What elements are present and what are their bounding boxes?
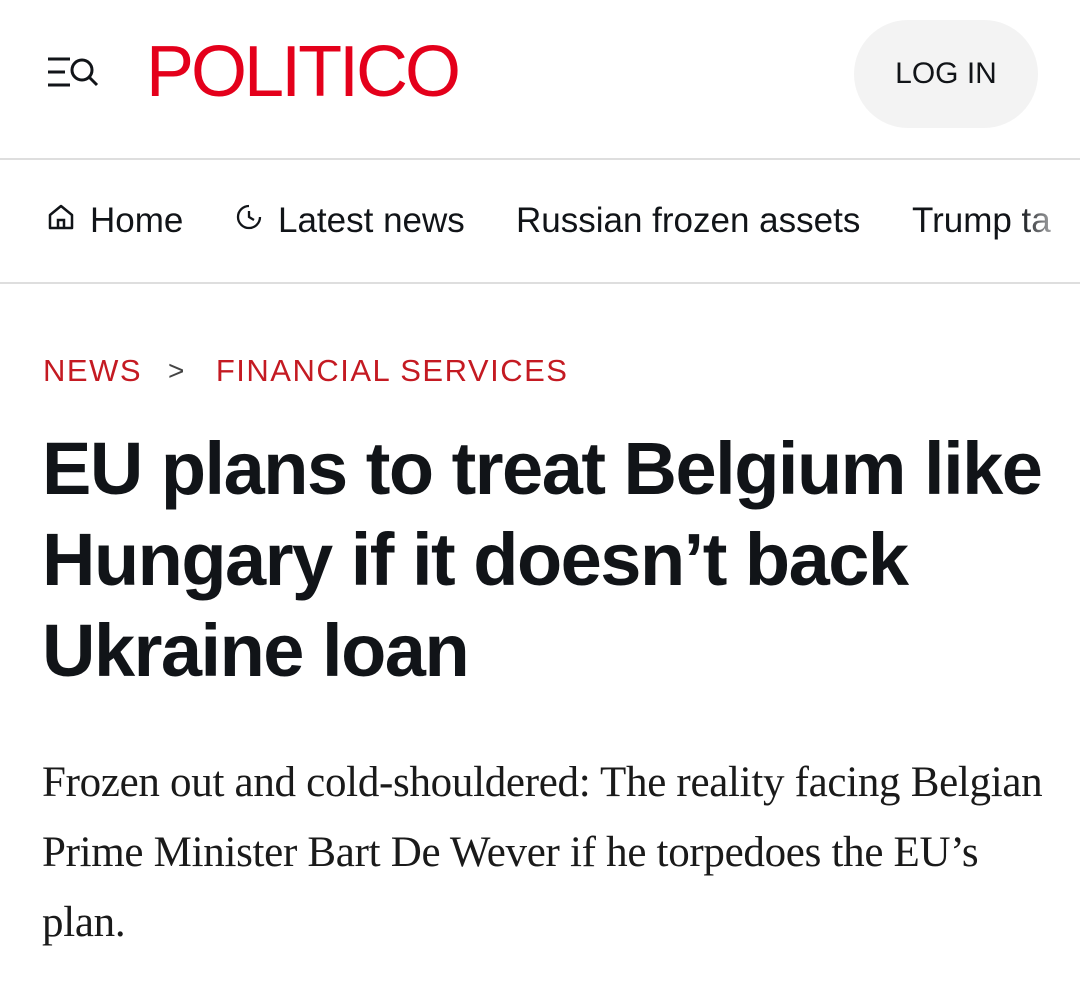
breadcrumb-news[interactable]: NEWS xyxy=(43,353,142,389)
nav-item-label: Home xyxy=(90,201,184,240)
nav-item-label: Russian frozen assets xyxy=(516,201,861,240)
breadcrumb: NEWS > FINANCIAL SERVICES xyxy=(43,353,568,389)
site-header: POLITICO LOG IN xyxy=(0,0,1080,160)
nav-item-russian-frozen-assets[interactable]: Russian frozen assets xyxy=(516,201,860,241)
nav-item-latest-news[interactable]: Latest news xyxy=(234,201,465,241)
menu-search-icon[interactable] xyxy=(44,50,102,98)
section-nav: Home Latest news Russian frozen assets T… xyxy=(0,160,1080,284)
home-icon xyxy=(46,201,76,241)
chevron-right-icon: > xyxy=(168,355,186,386)
clock-icon xyxy=(234,201,264,241)
article-dek: Frozen out and cold-shouldered: The real… xyxy=(42,759,1043,946)
nav-item-home[interactable]: Home xyxy=(46,201,183,241)
login-button[interactable]: LOG IN xyxy=(854,20,1038,128)
article-headline: EU plans to treat Belgium like Hungary i… xyxy=(42,427,1043,692)
nav-item-label: Latest news xyxy=(278,201,465,240)
nav-fade xyxy=(1020,160,1080,280)
breadcrumb-financial-services[interactable]: FINANCIAL SERVICES xyxy=(216,353,569,389)
politico-logo[interactable]: POLITICO xyxy=(146,32,461,112)
